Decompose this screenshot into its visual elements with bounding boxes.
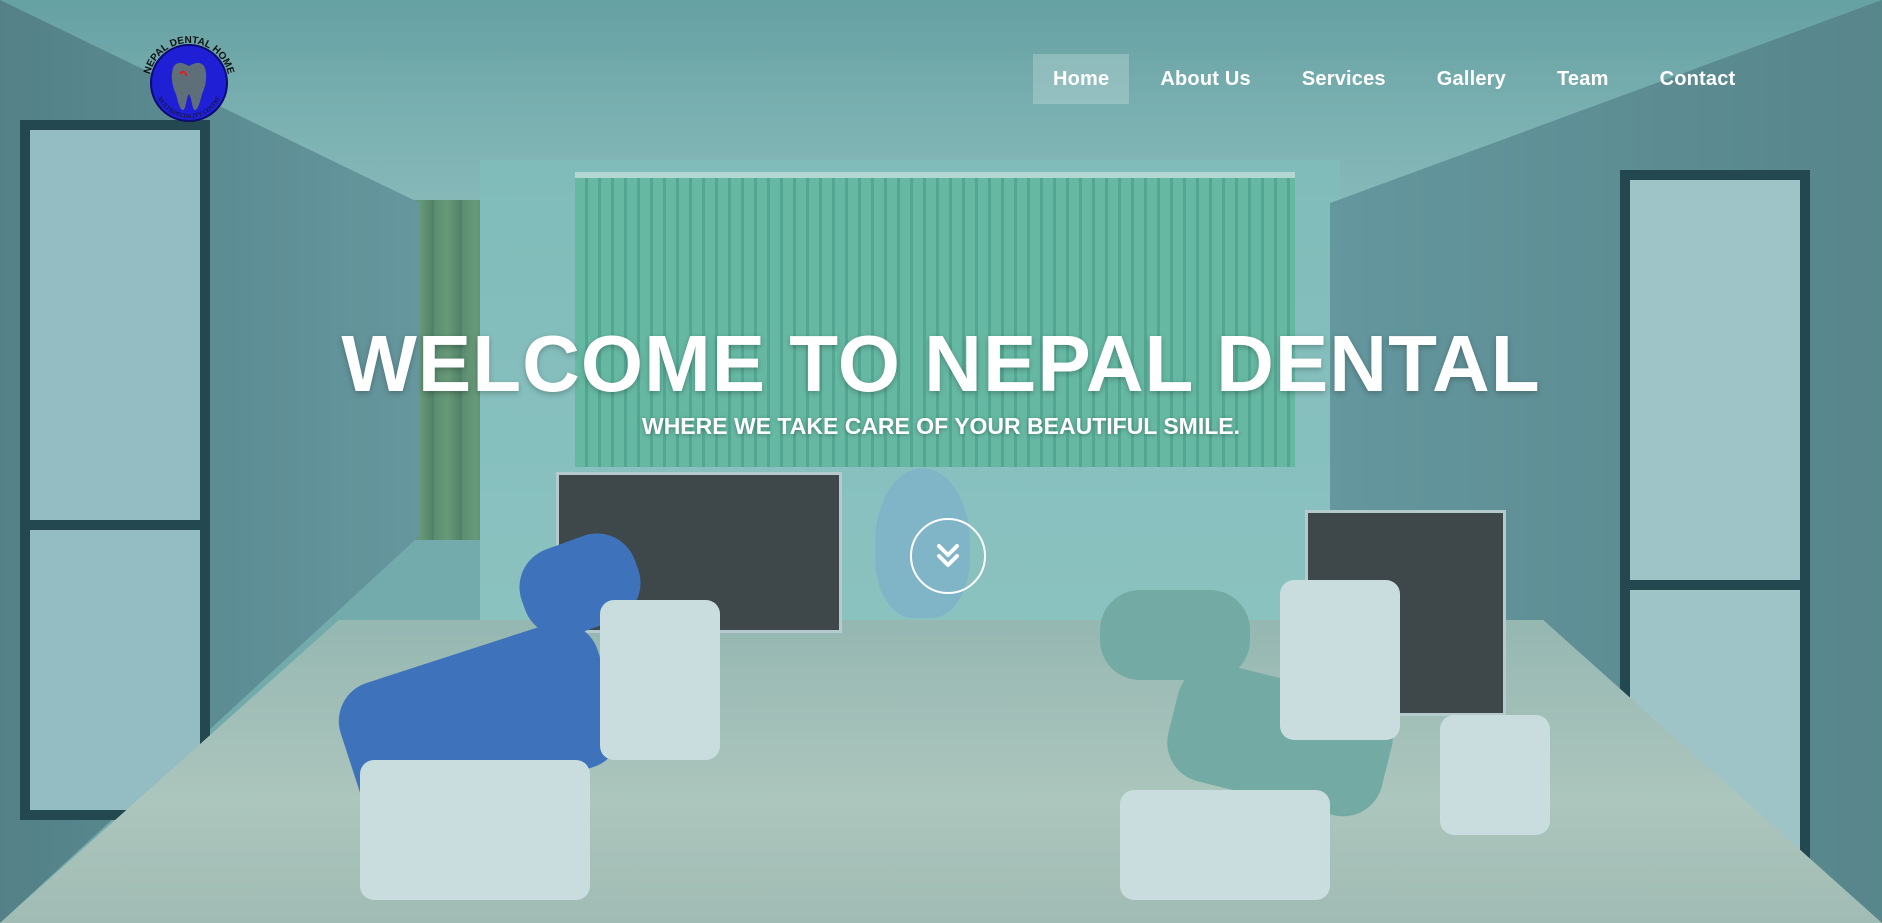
hero-title: WELCOME TO NEPAL DENTAL <box>341 319 1541 408</box>
scroll-down-button[interactable] <box>910 518 986 594</box>
tooth-logo-icon: NEPAL DENTAL HOME MULTISPECIALITY CENTRE <box>142 35 236 122</box>
hero-color-overlay <box>0 0 1882 923</box>
hero-subtitle: WHERE WE TAKE CARE OF YOUR BEAUTIFUL SMI… <box>641 413 1240 439</box>
nav-item-services[interactable]: Services <box>1282 54 1406 104</box>
brand-logo[interactable]: NEPAL DENTAL HOME MULTISPECIALITY CENTRE <box>136 30 242 136</box>
nav-item-about-us[interactable]: About Us <box>1140 54 1270 104</box>
nav-item-gallery[interactable]: Gallery <box>1417 54 1526 104</box>
nav-item-team[interactable]: Team <box>1537 54 1629 104</box>
hero-section: NEPAL DENTAL HOME MULTISPECIALITY CENTRE… <box>0 0 1882 923</box>
nav-item-home[interactable]: Home <box>1033 54 1130 104</box>
main-nav: Home About Us Services Gallery Team Cont… <box>1033 54 1766 104</box>
nav-item-contact[interactable]: Contact <box>1640 54 1756 104</box>
double-chevron-down-icon <box>937 544 959 567</box>
